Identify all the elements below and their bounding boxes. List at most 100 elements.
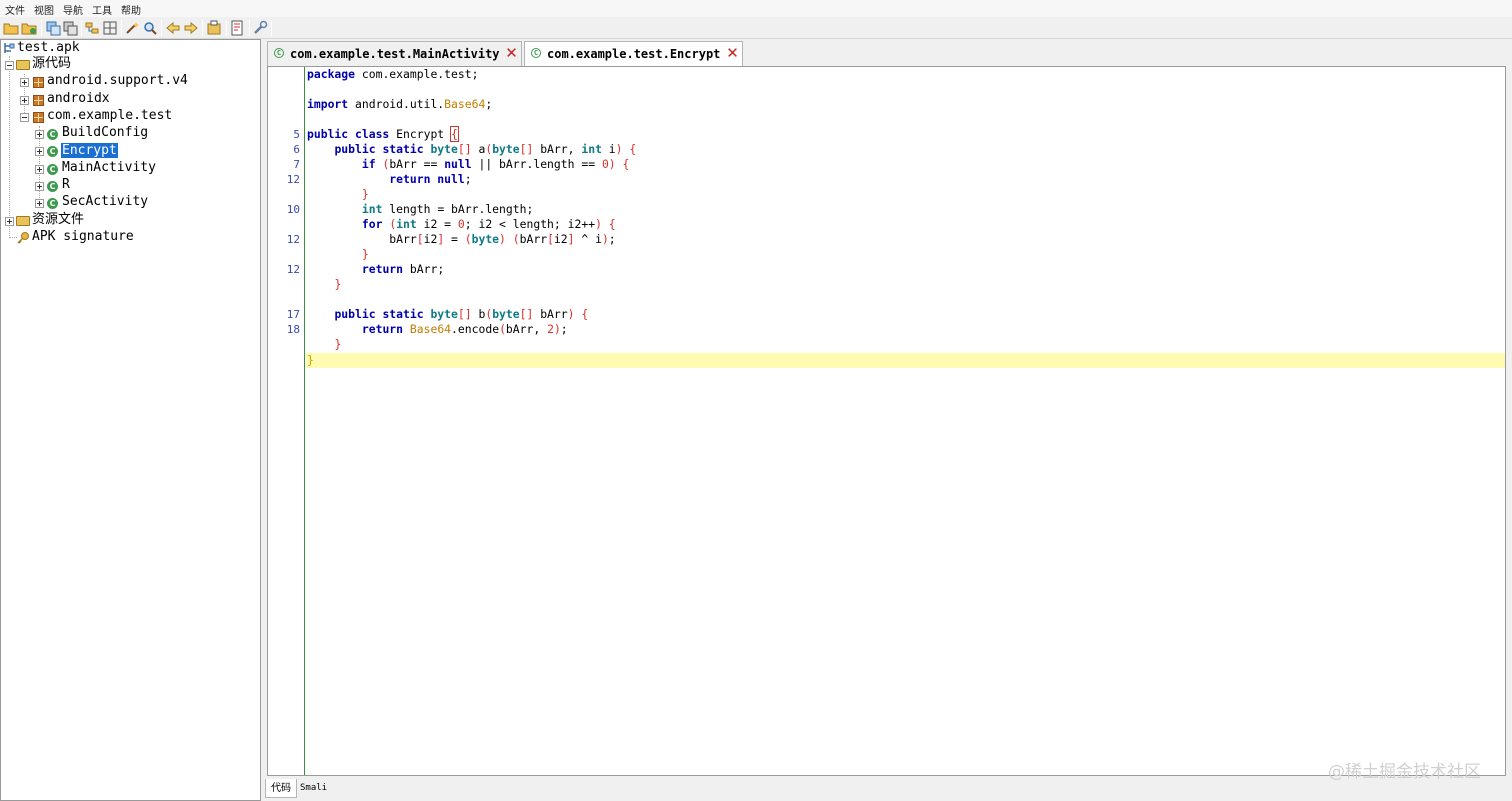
line-number: 7 xyxy=(293,158,300,171)
back-icon[interactable] xyxy=(165,20,181,36)
toolbar-separator xyxy=(121,20,122,36)
close-icon[interactable]: ✕ xyxy=(505,46,518,61)
tree-guide-line xyxy=(9,56,10,238)
code-line: import android.util.Base64; xyxy=(307,97,493,111)
code-line: } xyxy=(307,353,314,367)
preferences-icon[interactable] xyxy=(252,20,268,36)
collapse-toggle[interactable] xyxy=(5,61,14,70)
tab-smali[interactable]: Smali xyxy=(295,779,332,798)
watermark: @稀土掘金技术社区 xyxy=(1328,762,1481,782)
tree-class[interactable]: BuildConfig xyxy=(62,124,148,141)
class-icon: C xyxy=(47,198,58,209)
package-icon xyxy=(33,95,44,106)
line-number: 12 xyxy=(286,263,300,276)
code-editor[interactable]: 5 6 7 12 10 12 12 17 18 package com.exam… xyxy=(267,66,1506,776)
tree-resources[interactable]: 资源文件 xyxy=(32,211,84,228)
expand-toggle[interactable] xyxy=(20,96,29,105)
current-line-highlight xyxy=(306,353,1505,368)
class-icon: C xyxy=(47,129,58,140)
menu-bar: 文件 视图 导航 工具 帮助 xyxy=(0,0,1512,17)
package-icon xyxy=(33,77,44,88)
collapse-toggle[interactable] xyxy=(20,113,29,122)
tree-class-selected[interactable]: Encrypt xyxy=(61,142,118,159)
code-line: } xyxy=(361,187,369,201)
expand-toggle[interactable] xyxy=(35,165,44,174)
sync-icon[interactable] xyxy=(45,20,61,36)
expand-toggle[interactable] xyxy=(35,199,44,208)
line-number: 12 xyxy=(286,233,300,246)
expand-toggle[interactable] xyxy=(20,78,29,87)
log-icon[interactable] xyxy=(229,20,245,36)
menu-tools[interactable]: 工具 xyxy=(92,2,112,17)
magic-wand-icon[interactable] xyxy=(124,20,140,36)
line-number: 17 xyxy=(286,308,300,321)
toolbar-separator xyxy=(81,20,82,36)
line-number: 6 xyxy=(293,143,300,156)
toolbar xyxy=(0,17,1512,39)
close-icon[interactable]: ✕ xyxy=(726,46,739,61)
deobfuscation-icon[interactable] xyxy=(206,20,222,36)
tree-root-label: test.apk xyxy=(17,40,80,55)
code-line: return null; xyxy=(389,172,472,186)
resources-folder-icon xyxy=(16,216,30,226)
line-number-gutter: 5 6 7 12 10 12 12 17 18 xyxy=(268,67,305,775)
menu-file[interactable]: 文件 xyxy=(5,2,25,17)
line-number: 5 xyxy=(293,128,300,141)
toolbar-separator xyxy=(271,20,272,36)
tab-encrypt[interactable]: C com.example.test.Encrypt ✕ xyxy=(524,41,743,67)
search-icon[interactable] xyxy=(142,20,158,36)
expand-toggle[interactable] xyxy=(5,217,14,226)
code-line: return bArr; xyxy=(361,262,445,276)
save-all-icon[interactable] xyxy=(62,20,78,36)
menu-view[interactable]: 视图 xyxy=(34,2,54,17)
code-line: } xyxy=(334,337,342,351)
flatten-packages-icon[interactable] xyxy=(84,20,100,36)
tab-code[interactable]: 代码 xyxy=(265,779,297,798)
code-line: public static byte[] b(byte[] bArr) { xyxy=(334,307,589,321)
forward-icon[interactable] xyxy=(183,20,199,36)
line-number: 12 xyxy=(286,173,300,186)
class-icon: C xyxy=(47,181,58,192)
toolbar-separator xyxy=(41,20,42,36)
code-line: package com.example.test; xyxy=(307,67,479,81)
tab-main-activity[interactable]: C com.example.test.MainActivity ✕ xyxy=(267,41,522,66)
tree-class[interactable]: R xyxy=(62,176,70,193)
code-line: public class Encrypt { xyxy=(307,126,459,142)
open-folder-icon[interactable] xyxy=(3,20,19,36)
class-icon: C xyxy=(274,48,284,58)
line-number: 18 xyxy=(286,323,300,336)
tree-apk-signature[interactable]: APK signature xyxy=(32,228,134,245)
bottom-view-tabs: 代码 Smali xyxy=(265,777,1512,801)
toolbar-separator xyxy=(161,20,162,36)
tree-class[interactable]: SecActivity xyxy=(62,193,148,210)
code-line: for (int i2 = 0; i2 < length; i2++) { xyxy=(361,217,616,231)
add-files-icon[interactable] xyxy=(21,20,37,36)
tree-source-code[interactable]: 源代码 xyxy=(32,55,71,72)
toolbar-separator xyxy=(249,20,250,36)
source-folder-icon xyxy=(16,60,30,70)
class-icon: C xyxy=(47,164,58,175)
code-line: int length = bArr.length; xyxy=(361,202,534,216)
code-line: } xyxy=(361,247,369,261)
expand-toggle[interactable] xyxy=(35,130,44,139)
editor-tabs: C com.example.test.MainActivity ✕ C com.… xyxy=(265,39,1512,67)
apk-icon xyxy=(4,43,15,53)
tree-package[interactable]: android.support.v4 xyxy=(47,72,188,89)
package-icon xyxy=(33,112,44,123)
expand-toggle[interactable] xyxy=(35,147,44,156)
class-icon: C xyxy=(531,48,541,58)
tree-package[interactable]: com.example.test xyxy=(47,107,172,124)
code-line: if (bArr == null || bArr.length == 0) { xyxy=(361,157,630,171)
menu-help[interactable]: 帮助 xyxy=(121,2,141,17)
key-icon xyxy=(17,232,29,244)
code-line: public static byte[] a(byte[] bArr, int … xyxy=(334,142,637,156)
class-icon: C xyxy=(47,146,58,157)
tree-class[interactable]: MainActivity xyxy=(62,159,156,176)
sync-tree-icon[interactable] xyxy=(102,20,118,36)
menu-navigation[interactable]: 导航 xyxy=(63,2,83,17)
code-line: return Base64.encode(bArr, 2); xyxy=(361,322,568,336)
expand-toggle[interactable] xyxy=(35,182,44,191)
tree-package[interactable]: androidx xyxy=(47,90,110,107)
code-line: bArr[i2] = (byte) (bArr[i2] ^ i); xyxy=(307,232,616,246)
project-tree: test.apk 源代码 android.support.v4 androidx… xyxy=(0,39,261,801)
